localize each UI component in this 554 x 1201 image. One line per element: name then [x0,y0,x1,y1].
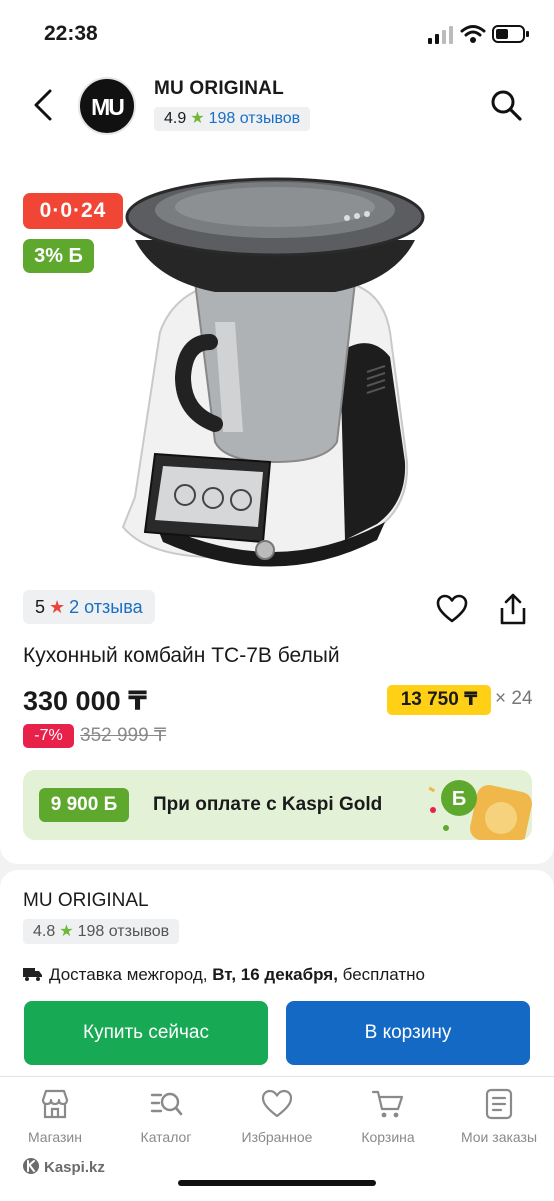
delivery-suffix: бесплатно [337,965,426,984]
delivery-prefix: Доставка межгород, [49,965,213,984]
delivery-date: Вт, 16 декабря, [212,965,338,984]
shop-reviews-link[interactable]: 198 отзывов [209,110,301,127]
share-icon[interactable] [497,592,529,626]
buy-now-button[interactable]: Купить сейчас [24,1001,268,1065]
tab-cart[interactable]: Корзина [333,1087,443,1145]
tab-orders-label: Мои заказы [460,1129,538,1145]
signal-icon [428,26,453,44]
bonus-coin-icon: Б [428,780,532,840]
seller-name[interactable]: MU ORIGINAL [23,890,149,912]
timer-badge: 0·0·24 [23,193,123,229]
shop-rating-value: 4.9 [164,110,187,127]
tab-orders[interactable]: Мои заказы [444,1087,554,1145]
bonus-badge: 3% Б [23,239,94,273]
tab-cart-label: Корзина [361,1129,415,1145]
shop-rating-pill[interactable]: 4.9 ★ 198 отзывов [154,107,311,131]
kaspi-gold-bonus: 9 900 Б [39,788,129,822]
tab-favorites-label: Избранное [241,1129,313,1145]
star-icon: ★ [190,110,205,127]
svg-text:Б: Б [452,788,466,810]
shop-name[interactable]: MU ORIGINAL [154,78,284,100]
search-icon[interactable] [489,88,523,122]
catalog-search-icon [150,1092,183,1116]
home-indicator [178,1180,376,1186]
battery-icon [492,25,529,43]
wifi-icon [460,25,486,43]
product-card: 0·0·24 3% Б 5 ★ 2 отзыва Кухонный комбайн … [0,144,554,864]
favorite-heart-icon[interactable] [436,594,468,624]
kaspi-gold-text: При оплате с Kaspi Gold [153,794,383,815]
discount-badge: -7% [23,724,74,748]
kaspi-gold-banner[interactable]: 9 900 Б При оплате с Kaspi Gold Б [23,770,532,840]
shop-header: MU MU ORIGINAL 4.9 ★ 198 отзывов [0,70,554,144]
seller-reviews: 198 отзывов [77,923,170,940]
seller-rating-value: 4.8 [33,923,56,940]
store-icon [41,1089,69,1119]
old-price: 352 999 ₸ [80,725,167,746]
installment-months: × 24 [495,688,533,709]
kaspi-brand-text: Kaspi.kz [44,1159,105,1176]
tab-store-label: Магазин [27,1129,82,1145]
delivery-info: Доставка межгород, Вт, 16 декабря, беспл… [23,965,425,985]
status-time: 22:38 [44,22,98,45]
product-title: Кухонный комбайн TC-7B белый [23,644,340,667]
product-rating-value: 5 [35,597,46,617]
star-icon: ★ [49,597,66,617]
heart-icon [261,1089,293,1118]
kaspi-watermark: Kaspi.kz [22,1157,105,1176]
back-arrow-icon[interactable] [30,88,58,122]
tab-favorites[interactable]: Избранное [222,1087,332,1145]
kaspi-logo-icon [23,1158,39,1174]
shop-logo[interactable]: MU [78,77,136,135]
product-rating-pill[interactable]: 5 ★ 2 отзыва [23,590,155,624]
status-bar: 22:38 [0,0,554,70]
truck-icon [23,968,42,981]
orders-icon [485,1088,513,1120]
installment-amount[interactable]: 13 750 ₸ [387,685,491,715]
product-price: 330 000 ₸ [23,686,147,716]
tab-store[interactable]: Магазин [0,1087,110,1145]
shop-logo-text: MU [91,94,125,120]
tab-catalog-label: Каталог [140,1129,192,1145]
product-reviews-link[interactable]: 2 отзыва [69,597,142,617]
seller-rating-pill[interactable]: 4.8 ★ 198 отзывов [23,919,180,944]
cart-icon [371,1090,404,1118]
tab-catalog[interactable]: Каталог [111,1087,221,1145]
star-icon: ★ [59,923,74,940]
add-to-cart-button[interactable]: В корзину [286,1001,530,1065]
product-image[interactable] [115,162,445,582]
